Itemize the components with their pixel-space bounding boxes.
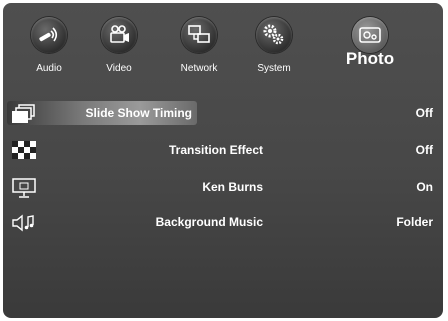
video-camera-icon [101, 17, 137, 53]
tab-photo[interactable]: Photo [325, 17, 415, 69]
tab-video[interactable]: Video [87, 17, 151, 74]
setting-value: Off [415, 106, 433, 120]
speaker-music-icon [11, 212, 37, 239]
network-icon [181, 17, 217, 53]
monitor-icon [11, 177, 37, 204]
setting-value: Off [415, 143, 433, 157]
tab-label: Audio [36, 63, 62, 74]
setting-value: On [416, 180, 433, 194]
tab-label: Video [106, 63, 132, 74]
checkerboard-icon [11, 140, 37, 167]
setting-label: Transition Effect [168, 143, 263, 157]
setting-row-slide-show-timing[interactable]: Slide Show Timing Off [3, 101, 443, 127]
tab-label: System [257, 63, 291, 74]
photo-icon [352, 17, 388, 53]
tab-system[interactable]: System [242, 17, 306, 74]
setting-value: Folder [396, 215, 433, 229]
audio-icon [31, 17, 67, 53]
setting-row-background-music[interactable]: Background Music Folder [3, 210, 443, 236]
setting-label: Background Music [155, 215, 263, 229]
setting-row-transition-effect[interactable]: Transition Effect Off [3, 138, 443, 164]
setting-row-ken-burns[interactable]: Ken Burns On [3, 175, 443, 201]
tab-audio[interactable]: Audio [17, 17, 81, 74]
gears-icon [256, 17, 292, 53]
settings-panel: Audio Video Network System Photo Slide S… [3, 3, 443, 318]
setting-label: Slide Show Timing [85, 106, 192, 120]
setting-label: Ken Burns [202, 180, 263, 194]
tab-network[interactable]: Network [167, 17, 231, 74]
tab-label: Network [180, 63, 218, 74]
